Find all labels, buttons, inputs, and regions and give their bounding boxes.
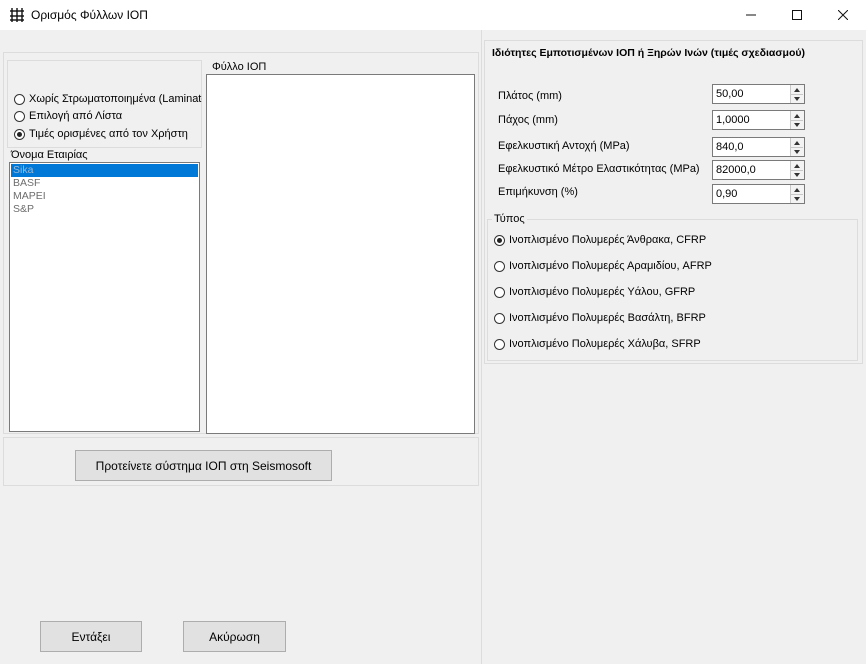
width-down-button[interactable] — [791, 94, 803, 103]
option-no-laminate[interactable]: Χωρίς Στρωματοποιημένα (Laminate — [14, 93, 202, 105]
arrow-down-icon — [794, 122, 800, 127]
modulus-label: Εφελκυστικό Μέτρο Ελαστικότητας (MPa) — [498, 163, 700, 175]
strength-down-button[interactable] — [791, 147, 803, 156]
thickness-down-button[interactable] — [791, 120, 803, 129]
elongation-value[interactable]: 0,90 — [716, 188, 737, 200]
thickness-label: Πάχος (mm) — [498, 114, 558, 126]
list-item[interactable]: Sika — [11, 164, 198, 177]
arrow-up-icon — [794, 140, 800, 145]
option-user-defined[interactable]: Τιμές ορισμένες από τον Χρήστη — [14, 128, 188, 140]
arrow-up-icon — [794, 87, 800, 92]
maximize-icon — [792, 10, 802, 20]
elongation-spinbox[interactable]: 0,90 — [712, 184, 805, 204]
list-item[interactable]: S&P — [11, 203, 198, 216]
modulus-down-button[interactable] — [791, 170, 803, 179]
modulus-spinbox[interactable]: 82000,0 — [712, 160, 805, 180]
option-user-defined-radio[interactable] — [14, 128, 25, 140]
elongation-label: Επιμήκυνση (%) — [498, 186, 578, 198]
type-gfrp-radio[interactable] — [494, 286, 505, 298]
list-item[interactable]: BASF — [11, 177, 198, 190]
type-cfrp[interactable]: Ινοπλισμένο Πολυμερές Άνθρακα, CFRP — [494, 234, 706, 246]
type-sfrp[interactable]: Ινοπλισμένο Πολυμερές Χάλυβα, SFRP — [494, 338, 701, 350]
thickness-spinbox[interactable]: 1,0000 — [712, 110, 805, 130]
sheet-label: Φύλλο ΙΟΠ — [210, 61, 269, 73]
panel-divider — [481, 30, 482, 664]
option-no-laminate-radio[interactable] — [14, 93, 25, 105]
arrow-down-icon — [794, 172, 800, 177]
ok-button[interactable]: Εντάξει — [40, 621, 142, 652]
properties-header: Ιδιότητες Εμποτισμένων ΙΟΠ ή Ξηρών Ινών … — [492, 47, 805, 59]
strength-label: Εφελκυστική Αντοχή (MPa) — [498, 140, 630, 152]
close-button[interactable] — [820, 0, 866, 30]
company-label: Όνομα Εταιρίας — [11, 149, 88, 161]
modulus-value[interactable]: 82000,0 — [716, 164, 756, 176]
list-item[interactable]: MAPEI — [11, 190, 198, 203]
arrow-down-icon — [794, 196, 800, 201]
propose-system-button[interactable]: Προτείνετε σύστημα ΙΟΠ στη Seismosoft — [75, 450, 332, 481]
strength-value[interactable]: 840,0 — [716, 141, 744, 153]
thickness-value[interactable]: 1,0000 — [716, 114, 750, 126]
minimize-button[interactable] — [728, 0, 774, 30]
title-bar: Ορισμός Φύλλων ΙΟΠ — [0, 0, 866, 30]
maximize-button[interactable] — [774, 0, 820, 30]
option-from-list[interactable]: Επιλογή από Λίστα — [14, 110, 122, 122]
arrow-up-icon — [794, 163, 800, 168]
cancel-button[interactable]: Ακύρωση — [183, 621, 286, 652]
arrow-down-icon — [794, 149, 800, 154]
type-afrp-radio[interactable] — [494, 260, 505, 272]
elongation-down-button[interactable] — [791, 194, 803, 203]
type-afrp[interactable]: Ινοπλισμένο Πολυμερές Αραμιδίου, AFRP — [494, 260, 712, 272]
width-value[interactable]: 50,00 — [716, 88, 744, 100]
window-title: Ορισμός Φύλλων ΙΟΠ — [31, 8, 148, 22]
type-label: Τύπος — [492, 213, 527, 225]
width-spinbox[interactable]: 50,00 — [712, 84, 805, 104]
arrow-up-icon — [794, 187, 800, 192]
type-sfrp-radio[interactable] — [494, 338, 505, 350]
type-bfrp-radio[interactable] — [494, 312, 505, 324]
sheet-list[interactable] — [206, 74, 475, 434]
width-label: Πλάτος (mm) — [498, 90, 562, 102]
type-cfrp-radio[interactable] — [494, 234, 505, 246]
type-bfrp[interactable]: Ινοπλισμένο Πολυμερές Βασάλτη, BFRP — [494, 312, 706, 324]
app-grid-icon — [10, 8, 24, 22]
strength-spinbox[interactable]: 840,0 — [712, 137, 805, 157]
arrow-down-icon — [794, 96, 800, 101]
minimize-icon — [746, 14, 756, 16]
close-icon — [838, 10, 848, 20]
option-from-list-radio[interactable] — [14, 110, 25, 122]
type-gfrp[interactable]: Ινοπλισμένο Πολυμερές Υάλου, GFRP — [494, 286, 695, 298]
company-list[interactable]: Sika BASF MAPEI S&P — [9, 162, 200, 432]
arrow-up-icon — [794, 113, 800, 118]
